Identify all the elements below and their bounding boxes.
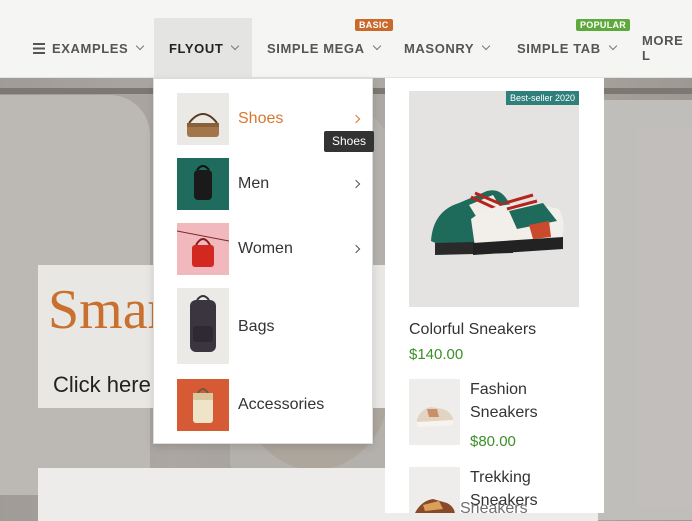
accessories-thumbnail — [177, 379, 229, 431]
chevron-down-icon — [608, 41, 618, 51]
nav-more[interactable]: MORE L — [642, 18, 692, 78]
bags-thumbnail — [177, 288, 229, 364]
flyout-item-label: Men — [238, 175, 270, 192]
nav-masonry[interactable]: MASONRY — [404, 18, 491, 78]
main-navbar: EXAMPLES FLYOUT BASIC SIMPLE MEGA MASONR… — [0, 0, 692, 78]
tooltip: Shoes — [324, 131, 375, 152]
nav-flyout-label: FLYOUT — [169, 40, 224, 56]
men-thumbnail — [177, 158, 229, 210]
badge-basic: BASIC — [355, 19, 393, 31]
trekking-sneaker-image — [409, 467, 460, 513]
featured-product-name[interactable]: Colorful Sneakers — [409, 318, 536, 341]
nav-examples-label: EXAMPLES — [52, 40, 129, 56]
hamburger-menu-icon — [33, 42, 45, 54]
nav-examples[interactable]: EXAMPLES — [33, 18, 145, 78]
product-price: $80.00 — [470, 433, 516, 450]
nav-simple-tab[interactable]: POPULAR SIMPLE TAB — [517, 18, 631, 78]
nav-simple-mega[interactable]: BASIC SIMPLE MEGA — [267, 18, 393, 78]
flyout-item-label: Shoes — [238, 110, 284, 127]
product-panel: Best-seller 2020 Colorful Sneakers $140.… — [385, 78, 604, 513]
nav-flyout[interactable]: FLYOUT — [154, 18, 252, 78]
flyout-item-women[interactable]: Women — [154, 223, 372, 275]
chevron-down-icon — [481, 41, 491, 51]
nav-more-label: MORE L — [642, 33, 684, 63]
product-name[interactable]: Fashion Sneakers — [470, 378, 590, 424]
featured-product-image[interactable]: Best-seller 2020 — [409, 91, 579, 307]
nav-simple-tab-label: SIMPLE TAB — [517, 40, 601, 56]
chevron-down-icon — [231, 41, 240, 51]
hidden-product-name: Sneakers — [460, 500, 528, 517]
flyout-item-bags[interactable]: Bags — [154, 288, 372, 366]
featured-product-price: $140.00 — [409, 346, 464, 363]
flyout-item-label: Accessories — [238, 396, 325, 413]
badge-popular: POPULAR — [576, 19, 631, 31]
nav-simple-mega-label: SIMPLE MEGA — [267, 40, 365, 56]
nav-masonry-label: MASONRY — [404, 40, 475, 56]
product-thumbnail[interactable] — [409, 467, 460, 513]
product-thumbnail[interactable] — [409, 379, 460, 445]
flyout-item-label: Women — [238, 240, 293, 257]
hero-title: Smar — [48, 279, 167, 341]
chevron-down-icon — [136, 41, 145, 51]
chevron-right-icon — [351, 244, 361, 254]
flyout-item-label: Bags — [238, 318, 275, 335]
chevron-right-icon — [351, 179, 361, 189]
sneaker-image — [409, 91, 579, 307]
fashion-sneaker-image — [409, 379, 460, 445]
shoes-thumbnail — [177, 93, 229, 145]
chevron-down-icon — [372, 41, 381, 51]
chevron-right-icon — [351, 114, 361, 124]
flyout-item-men[interactable]: Men — [154, 158, 372, 210]
hero-link[interactable]: Click here — [53, 372, 151, 398]
flyout-item-accessories[interactable]: Accessories — [154, 379, 372, 431]
women-thumbnail — [177, 223, 229, 275]
bestseller-badge: Best-seller 2020 — [505, 91, 579, 105]
